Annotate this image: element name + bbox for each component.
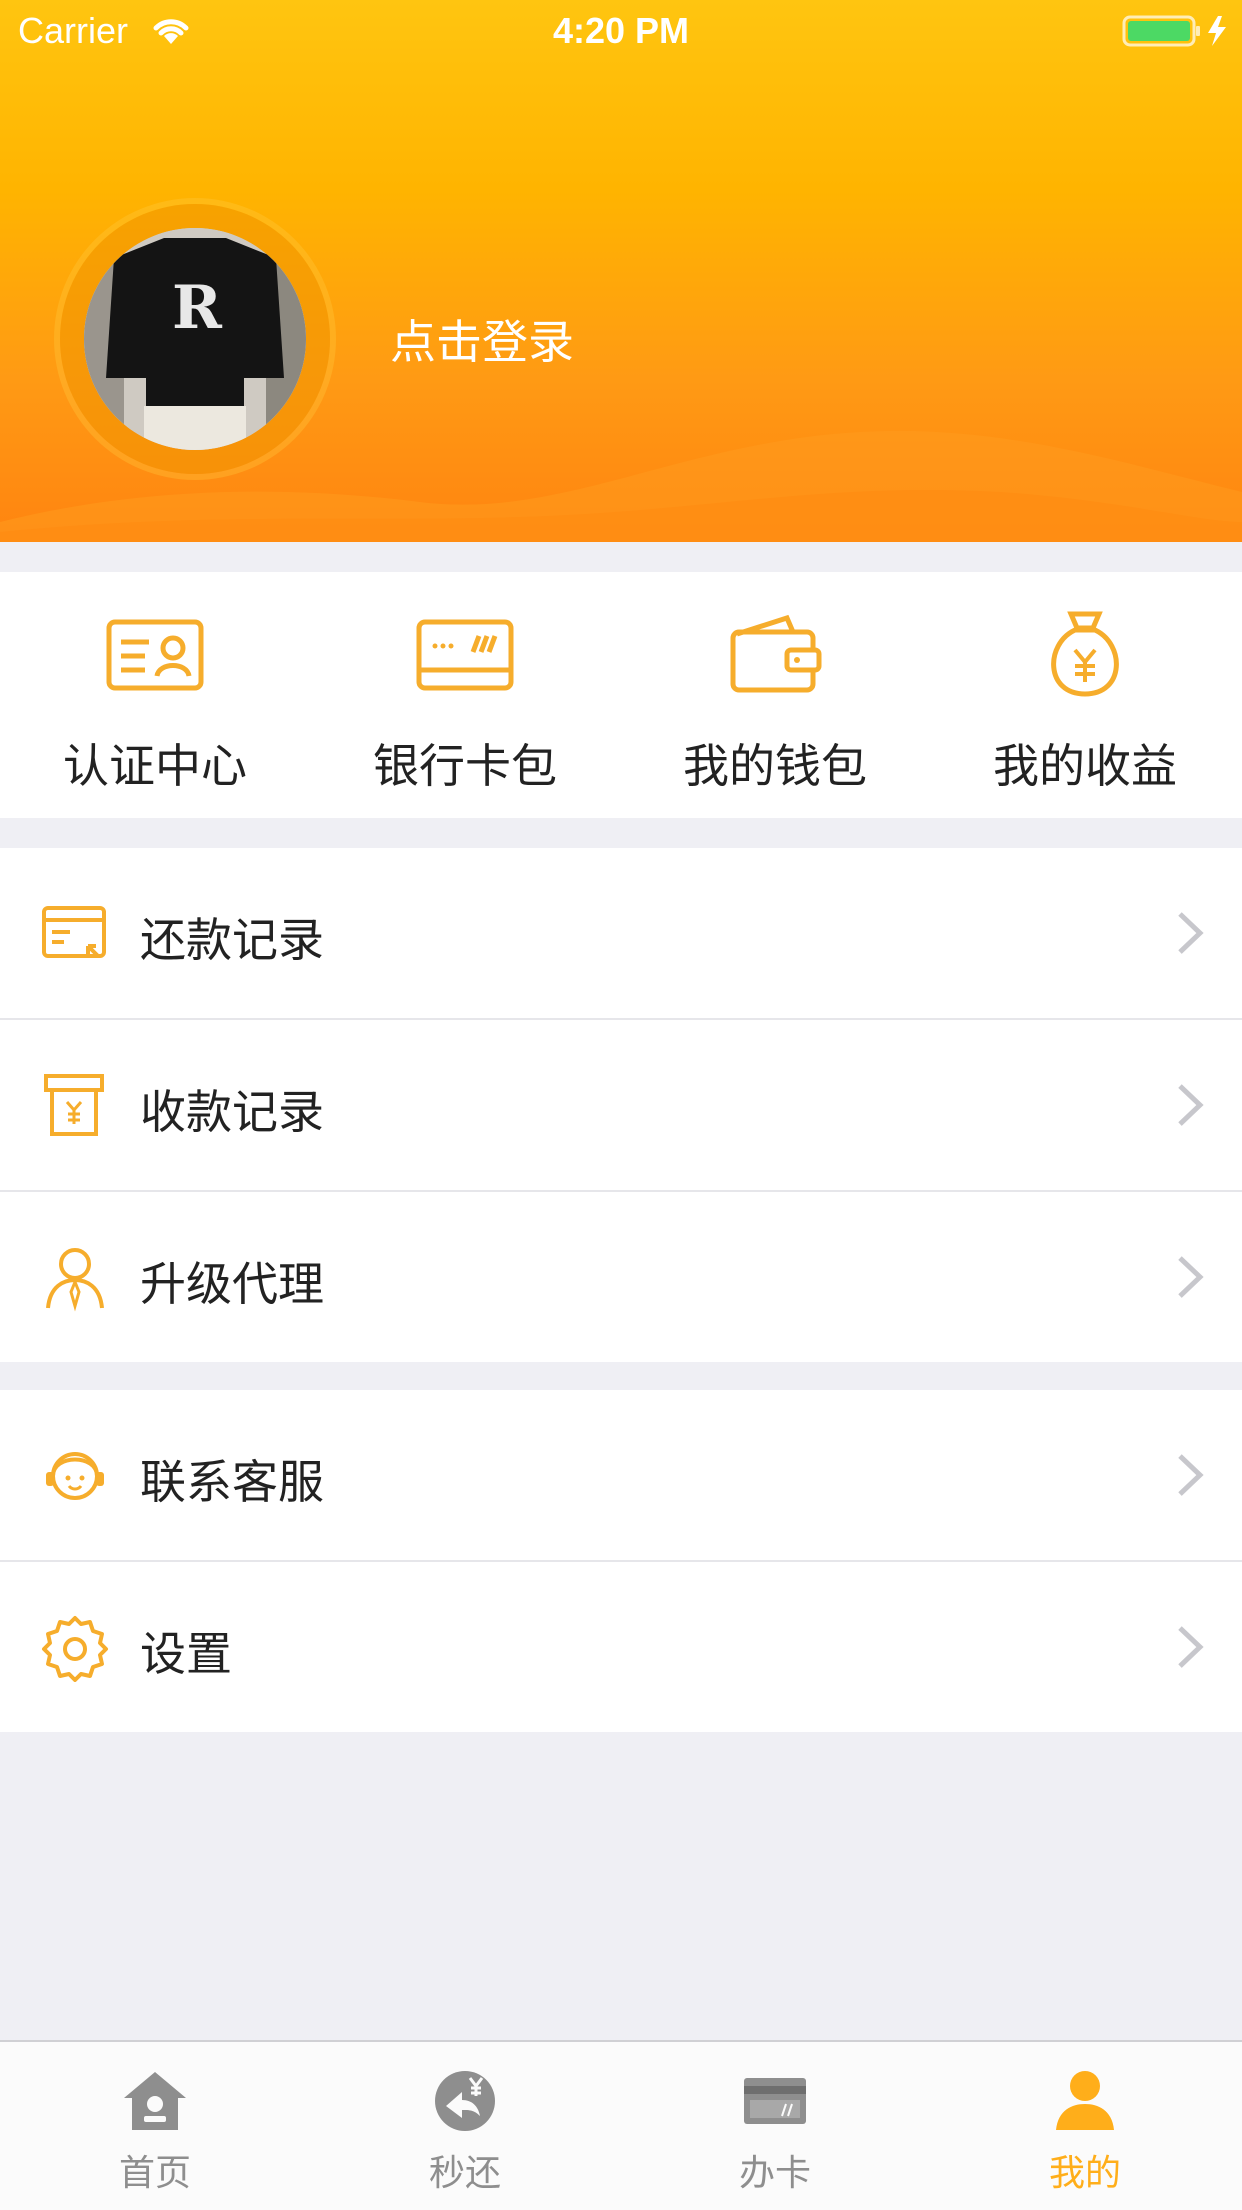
chevron-right-icon bbox=[1178, 912, 1204, 954]
agent-icon bbox=[46, 1248, 104, 1312]
menu-row-label: 升级代理 bbox=[140, 1257, 324, 1311]
tab-label: 我的 bbox=[1048, 2153, 1121, 2194]
avatar: R bbox=[84, 228, 306, 450]
avatar-button[interactable]: R bbox=[60, 204, 330, 474]
tab-label: 办卡 bbox=[738, 2153, 811, 2194]
svg-text:R: R bbox=[172, 273, 223, 343]
tab-label: 秒还 bbox=[428, 2153, 501, 2194]
chevron-right-icon bbox=[1178, 1454, 1204, 1496]
wallet-icon bbox=[730, 614, 822, 693]
customer-service-icon bbox=[46, 1452, 104, 1500]
receipt-record-icon bbox=[44, 1074, 104, 1136]
menu-row-label: 联系客服 bbox=[140, 1455, 324, 1509]
tab-profile[interactable]: 我的 bbox=[930, 2042, 1240, 2210]
card-apply-icon bbox=[744, 2078, 806, 2124]
quick-action-wallet[interactable]: 我的钱包 bbox=[620, 572, 930, 818]
menu-row-upgrade-agent[interactable]: 升级代理 bbox=[0, 1190, 1242, 1362]
menu-row-receipt-records[interactable]: 收款记录 bbox=[0, 1018, 1242, 1190]
home-icon bbox=[124, 2072, 186, 2130]
profile-header: Carrier 4:20 PM R 点击登录 bbox=[0, 0, 1242, 542]
quick-action-earnings[interactable]: 我的收益 bbox=[930, 572, 1240, 818]
menu-row-label: 还款记录 bbox=[140, 913, 324, 967]
status-bar: Carrier 4:20 PM bbox=[0, 0, 1242, 60]
tab-card-apply[interactable]: 办卡 bbox=[620, 2042, 930, 2210]
records-menu: 还款记录 收款记录 升级代理 bbox=[0, 848, 1242, 1362]
support-menu: 联系客服 设置 bbox=[0, 1390, 1242, 1732]
quick-action-bank-cards[interactable]: 银行卡包 bbox=[310, 572, 620, 818]
quick-action-label: 我的钱包 bbox=[683, 739, 867, 793]
status-time: 4:20 PM bbox=[552, 10, 690, 51]
repayment-record-icon bbox=[42, 906, 106, 958]
chevron-right-icon bbox=[1178, 1084, 1204, 1126]
menu-row-label: 收款记录 bbox=[140, 1085, 324, 1139]
profile-icon bbox=[1056, 2071, 1114, 2130]
login-link[interactable]: 点击登录 bbox=[390, 306, 574, 372]
id-card-icon bbox=[106, 619, 204, 691]
quick-action-label: 认证中心 bbox=[63, 739, 247, 793]
quick-actions-panel: 认证中心 银行卡包 我的钱包 我的收益 bbox=[0, 572, 1242, 818]
money-bag-icon bbox=[1051, 611, 1119, 697]
quick-action-label: 银行卡包 bbox=[373, 739, 557, 793]
menu-row-label: 设置 bbox=[140, 1627, 232, 1681]
gear-icon bbox=[42, 1616, 108, 1682]
battery-icon bbox=[1122, 15, 1226, 47]
quick-action-certification[interactable]: 认证中心 bbox=[0, 572, 310, 818]
tab-label: 首页 bbox=[118, 2153, 191, 2194]
quick-repay-icon bbox=[435, 2071, 495, 2131]
chevron-right-icon bbox=[1178, 1256, 1204, 1298]
tab-bar: 首页 秒还 办卡 我的 bbox=[0, 2040, 1242, 2210]
menu-row-repayment-records[interactable]: 还款记录 bbox=[0, 848, 1242, 1018]
tab-home[interactable]: 首页 bbox=[0, 2042, 310, 2210]
menu-row-customer-service[interactable]: 联系客服 bbox=[0, 1390, 1242, 1560]
chevron-right-icon bbox=[1178, 1626, 1204, 1668]
menu-row-settings[interactable]: 设置 bbox=[0, 1560, 1242, 1732]
quick-action-label: 我的收益 bbox=[993, 739, 1177, 793]
avatar-photo: R bbox=[84, 228, 306, 450]
tab-quick-repay[interactable]: 秒还 bbox=[310, 2042, 620, 2210]
bank-card-icon bbox=[416, 619, 514, 691]
